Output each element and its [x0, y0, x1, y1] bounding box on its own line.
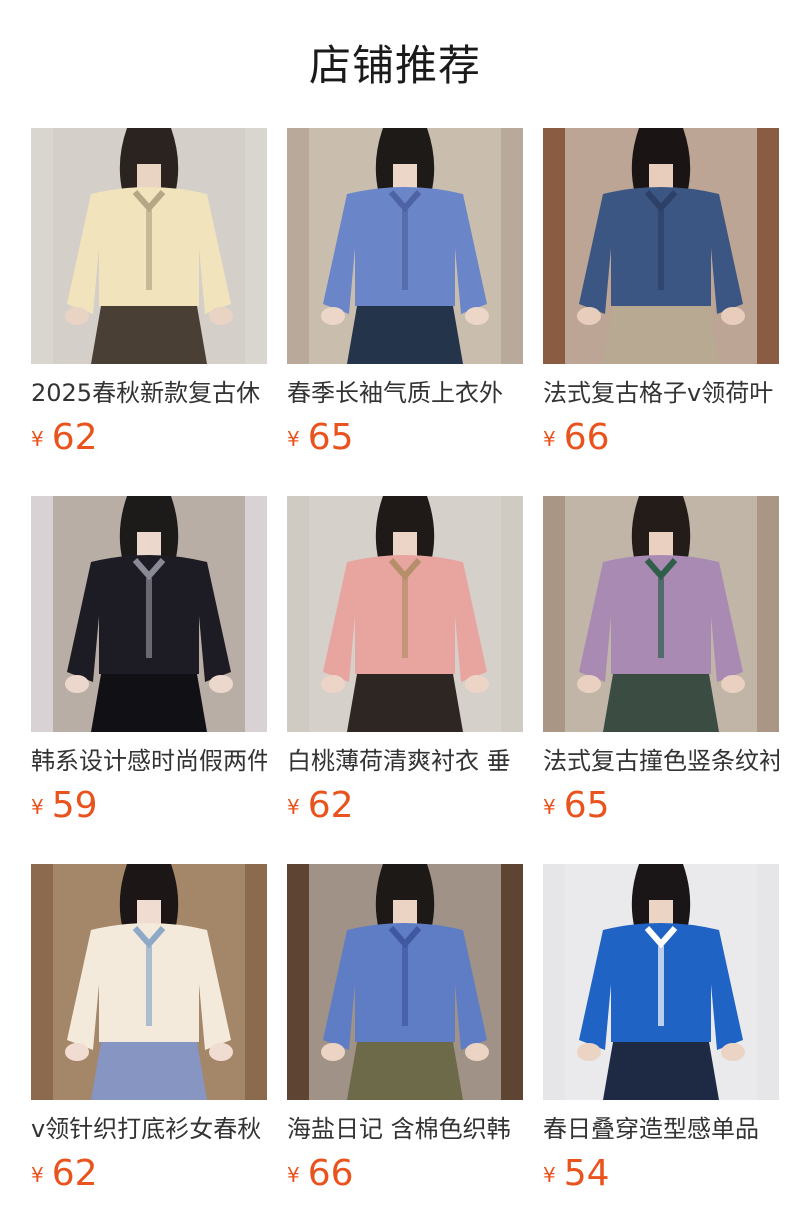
product-image[interactable] [31, 864, 267, 1100]
product-card[interactable]: 法式复古格子v领荷叶 ¥66 [543, 128, 779, 464]
price-amount: 66 [307, 1153, 354, 1194]
currency-symbol: ¥ [31, 1163, 44, 1187]
currency-symbol: ¥ [287, 1163, 300, 1187]
currency-symbol: ¥ [543, 427, 556, 451]
product-price: ¥62 [31, 1151, 98, 1197]
page-title: 店铺推荐 [308, 41, 481, 90]
price-amount: 62 [307, 785, 354, 826]
price-amount: 62 [51, 417, 98, 458]
product-name[interactable]: 法式复古格子v领荷叶 [543, 375, 779, 411]
product-image[interactable] [287, 496, 523, 732]
product-name[interactable]: 春季长袖气质上衣外 [287, 375, 523, 411]
product-name[interactable]: v领针织打底衫女春秋 [31, 1111, 267, 1147]
price-amount: 54 [563, 1153, 610, 1194]
currency-symbol: ¥ [543, 795, 556, 819]
product-name[interactable]: 韩系设计感时尚假两件 [31, 743, 267, 779]
price-amount: 66 [563, 417, 610, 458]
product-name[interactable]: 海盐日记 含棉色织韩 [287, 1111, 523, 1147]
product-card[interactable]: 白桃薄荷清爽衬衣 垂 ¥62 [287, 496, 523, 832]
currency-symbol: ¥ [287, 427, 300, 451]
product-card[interactable]: 2025春秋新款复古休 ¥62 [31, 128, 267, 464]
product-image[interactable] [543, 128, 779, 364]
product-name[interactable]: 白桃薄荷清爽衬衣 垂 [287, 743, 523, 779]
product-name[interactable]: 春日叠穿造型感单品 [543, 1111, 779, 1147]
product-price: ¥65 [287, 415, 354, 461]
price-amount: 59 [51, 785, 98, 826]
product-card[interactable]: 春季长袖气质上衣外 ¥65 [287, 128, 523, 464]
currency-symbol: ¥ [287, 795, 300, 819]
product-card[interactable]: v领针织打底衫女春秋 ¥62 [31, 864, 267, 1200]
product-price: ¥66 [543, 415, 610, 461]
product-name[interactable]: 2025春秋新款复古休 [31, 375, 267, 411]
currency-symbol: ¥ [31, 427, 44, 451]
product-image[interactable] [543, 864, 779, 1100]
price-amount: 65 [307, 417, 354, 458]
product-name[interactable]: 法式复古撞色竖条纹衬 [543, 743, 779, 779]
product-image[interactable] [287, 864, 523, 1100]
product-card[interactable]: 韩系设计感时尚假两件 ¥59 [31, 496, 267, 832]
product-card[interactable]: 海盐日记 含棉色织韩 ¥66 [287, 864, 523, 1200]
product-price: ¥66 [287, 1151, 354, 1197]
product-image[interactable] [287, 128, 523, 364]
product-price: ¥65 [543, 783, 610, 829]
product-image[interactable] [543, 496, 779, 732]
product-image[interactable] [31, 496, 267, 732]
currency-symbol: ¥ [543, 1163, 556, 1187]
product-price: ¥62 [287, 783, 354, 829]
product-price: ¥59 [31, 783, 98, 829]
product-image[interactable] [31, 128, 267, 364]
product-card[interactable]: 春日叠穿造型感单品 ¥54 [543, 864, 779, 1200]
product-price: ¥62 [31, 415, 98, 461]
currency-symbol: ¥ [31, 795, 44, 819]
product-price: ¥54 [543, 1151, 610, 1197]
price-amount: 65 [563, 785, 610, 826]
product-card[interactable]: 法式复古撞色竖条纹衬 ¥65 [543, 496, 779, 832]
price-amount: 62 [51, 1153, 98, 1194]
